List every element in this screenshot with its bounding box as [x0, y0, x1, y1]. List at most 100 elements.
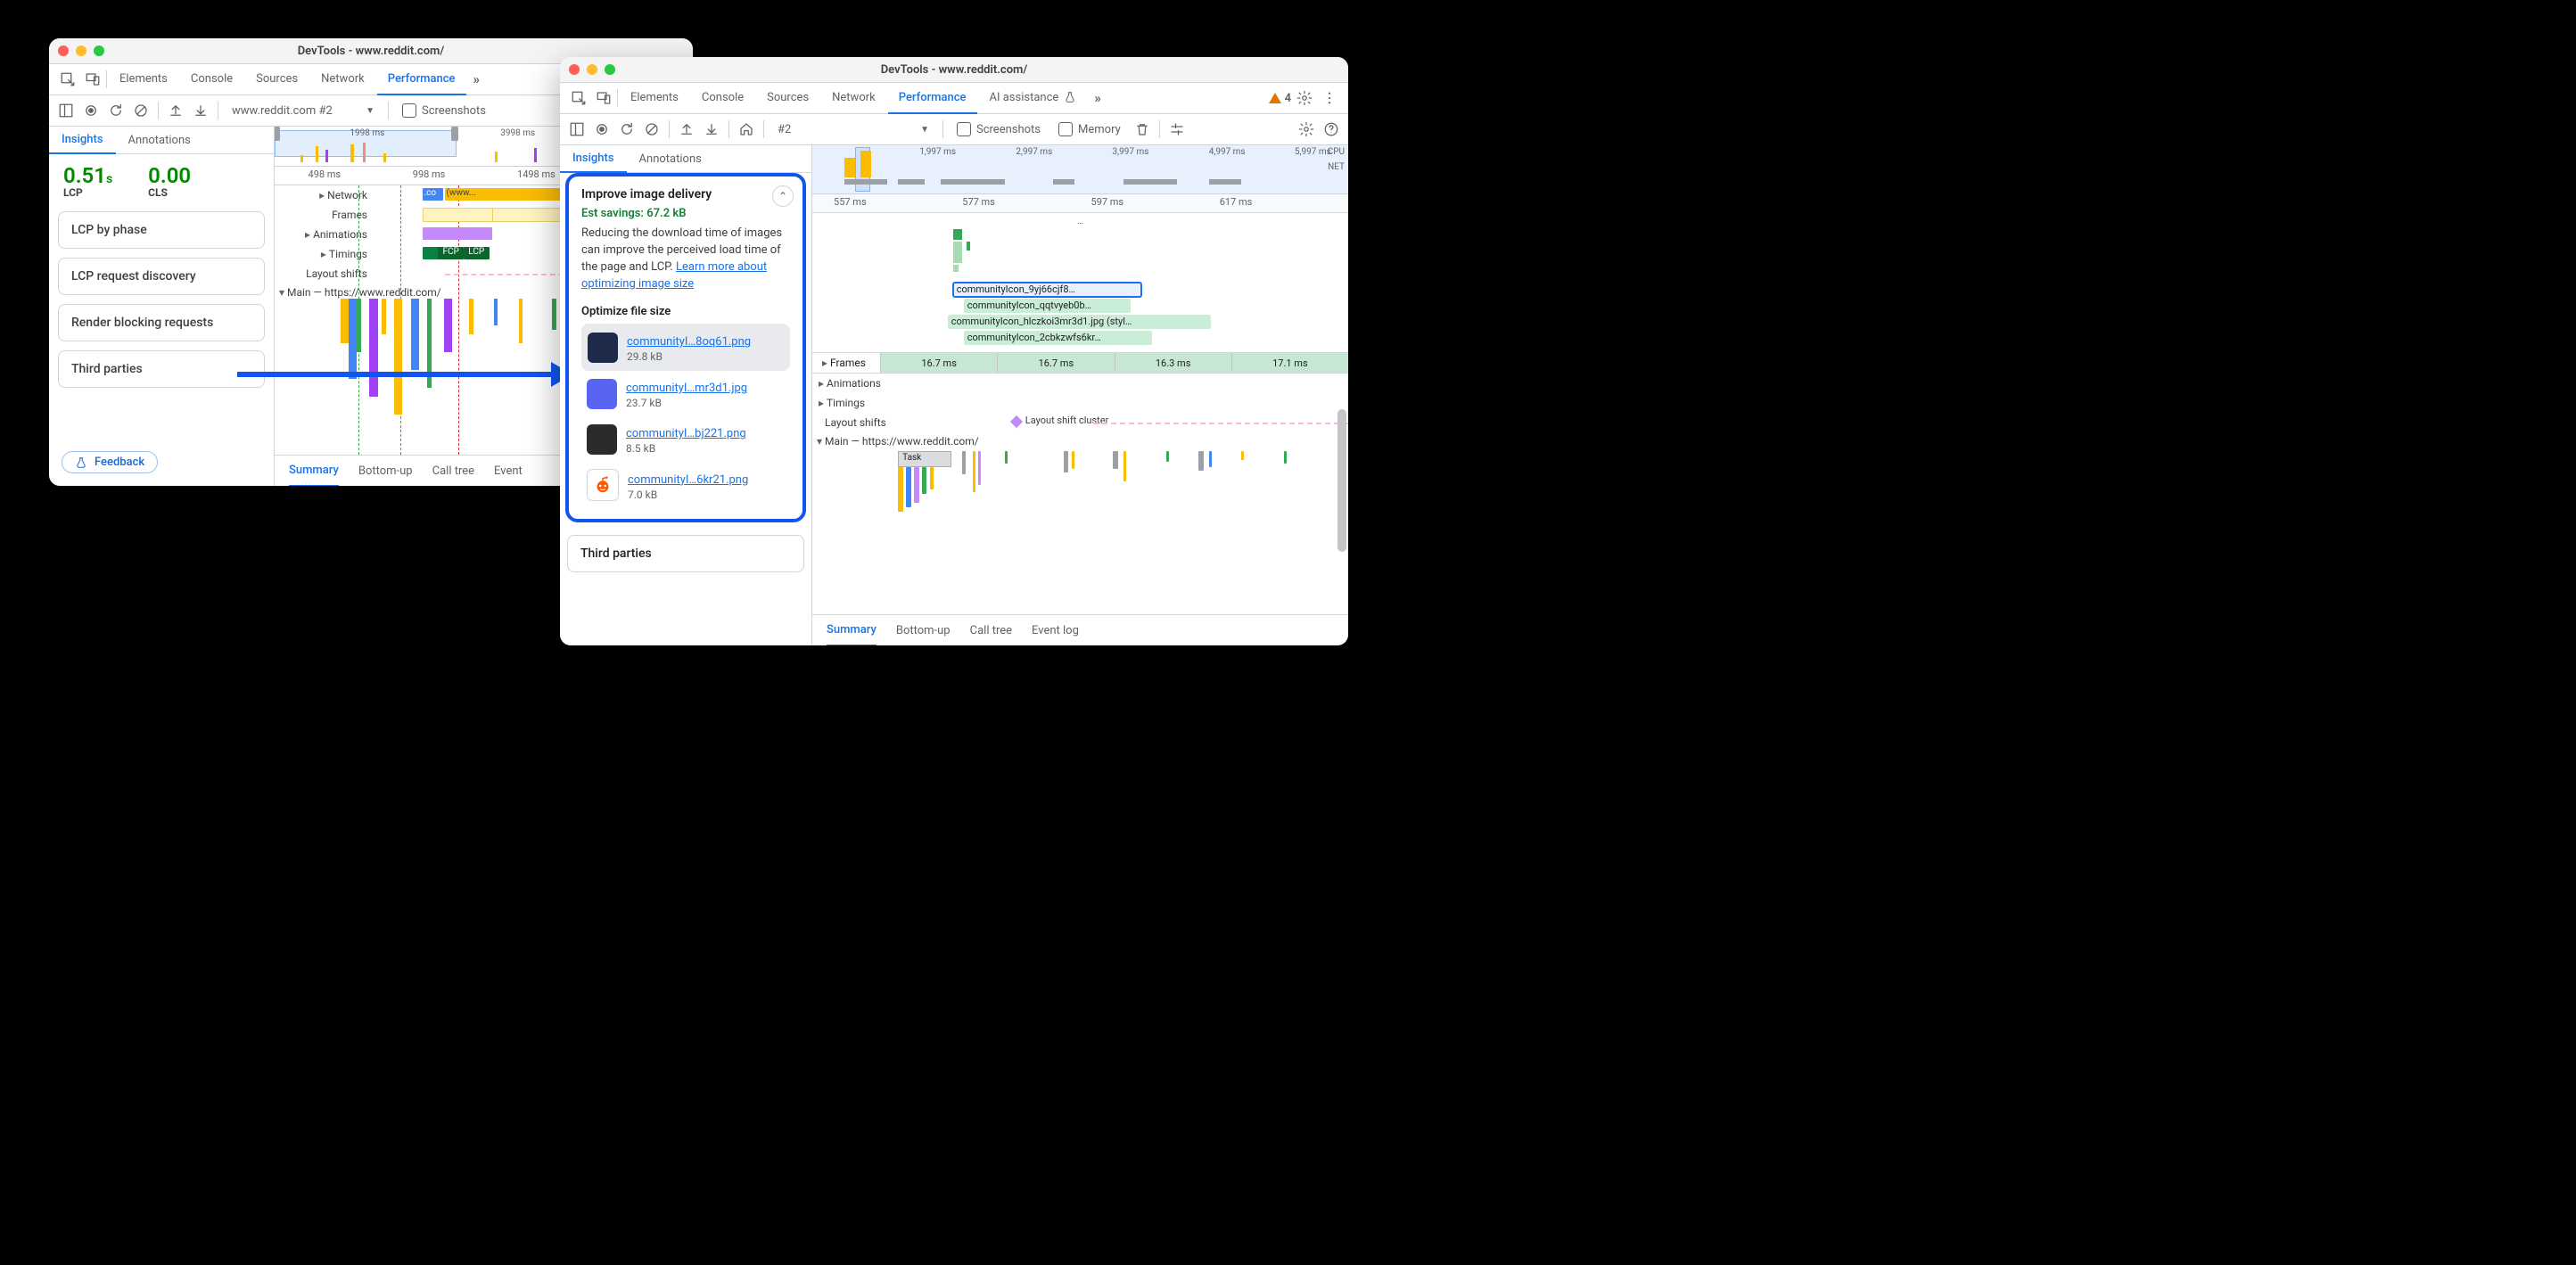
- insight-lcp-by-phase[interactable]: LCP by phase: [58, 211, 265, 249]
- track-animations[interactable]: ▸Animations: [812, 374, 1348, 393]
- tab-elements[interactable]: Elements: [620, 82, 689, 114]
- help-icon[interactable]: [1323, 121, 1339, 137]
- kebab-icon[interactable]: [1318, 86, 1341, 110]
- dock-icon[interactable]: [58, 103, 74, 119]
- task-block[interactable]: Task: [898, 451, 951, 467]
- file-link[interactable]: communityI…bj221.png: [626, 427, 746, 440]
- tab-bottom-up[interactable]: Bottom-up: [896, 615, 951, 645]
- tab-network[interactable]: Network: [310, 63, 375, 95]
- frame-cell[interactable]: 16.3 ms: [1115, 353, 1231, 373]
- trash-icon[interactable]: [1134, 121, 1150, 137]
- file-row[interactable]: communityI…8oq61.png29.8 kB: [581, 324, 790, 371]
- home-icon[interactable]: [738, 121, 754, 137]
- network-block[interactable]: communityIcon_qqtvyeb0b…: [964, 299, 1132, 313]
- tab-elements[interactable]: Elements: [109, 63, 178, 95]
- tab-console[interactable]: Console: [180, 63, 243, 95]
- scrollbar[interactable]: [1337, 409, 1346, 552]
- network-block[interactable]: (www...: [445, 188, 574, 201]
- settings-icon[interactable]: [1293, 86, 1316, 110]
- upload-icon[interactable]: [168, 103, 184, 119]
- profile-select[interactable]: #2▼: [773, 120, 934, 139]
- profile-select[interactable]: www.reddit.com #2▼: [227, 102, 379, 120]
- tab-ai-assistance[interactable]: AI assistance: [979, 82, 1088, 114]
- close-icon[interactable]: [569, 64, 580, 75]
- device-icon[interactable]: [592, 86, 615, 110]
- record-icon[interactable]: [594, 121, 610, 137]
- overview-minimap[interactable]: CPUNET 1,997 ms 2,997: [812, 145, 1348, 194]
- tab-performance[interactable]: Performance: [888, 82, 977, 114]
- collapse-icon[interactable]: ⌃: [772, 185, 794, 207]
- file-size: 23.7 kB: [626, 397, 747, 409]
- network-block[interactable]: communityIcon_9yj66cjf8…: [953, 283, 1142, 297]
- shortcuts-icon[interactable]: [1169, 121, 1185, 137]
- tab-event-log[interactable]: Event log: [1032, 615, 1079, 645]
- track-main[interactable]: ▾Main — https://www.reddit.com/: [812, 432, 1348, 448]
- record-icon[interactable]: [83, 103, 99, 119]
- warnings-badge[interactable]: 4: [1269, 92, 1291, 105]
- screenshots-checkbox[interactable]: Screenshots: [398, 101, 490, 120]
- reload-icon[interactable]: [108, 103, 124, 119]
- close-icon[interactable]: [58, 45, 69, 56]
- frame-cell[interactable]: 17.1 ms: [1231, 353, 1348, 373]
- flamechart[interactable]: CPUNET 1,997 ms 2,997: [812, 145, 1348, 645]
- tab-console[interactable]: Console: [691, 82, 754, 114]
- download-icon[interactable]: [193, 103, 209, 119]
- minimize-icon[interactable]: [76, 45, 86, 56]
- minimize-icon[interactable]: [587, 64, 597, 75]
- network-block[interactable]: communityIcon_2cbkzwfs6kr…: [964, 331, 1153, 345]
- track-layout-shifts[interactable]: Layout shifts Layout shift cluster: [812, 413, 1348, 432]
- inspect-icon[interactable]: [56, 68, 79, 91]
- insight-third-parties[interactable]: Third parties: [58, 350, 265, 388]
- tab-summary[interactable]: Summary: [289, 455, 339, 486]
- track-timings[interactable]: ▸Timings: [812, 393, 1348, 413]
- more-tabs-icon[interactable]: »: [473, 71, 478, 87]
- inspect-icon[interactable]: [567, 86, 590, 110]
- file-row[interactable]: communityI…bj221.png8.5 kB: [581, 416, 790, 462]
- memory-checkbox[interactable]: Memory: [1054, 119, 1125, 139]
- file-row[interactable]: communityI…mr3d1.jpg 23.7 kB: [581, 371, 790, 416]
- network-block[interactable]: .co: [423, 188, 443, 201]
- more-tabs-icon[interactable]: »: [1094, 90, 1099, 106]
- insight-lcp-request-discovery[interactable]: LCP request discovery: [58, 258, 265, 295]
- subtab-annotations[interactable]: Annotations: [116, 127, 203, 153]
- clear-icon[interactable]: [133, 103, 149, 119]
- track-area[interactable]: … communityIcon_9yj66cjf8… communityIcon…: [812, 213, 1348, 614]
- frame-cell[interactable]: 16.7 ms: [997, 353, 1114, 373]
- zoom-icon[interactable]: [94, 45, 104, 56]
- frame-cell[interactable]: 16.7 ms: [880, 353, 997, 373]
- tab-call-tree[interactable]: Call tree: [432, 456, 474, 486]
- tab-sources[interactable]: Sources: [245, 63, 309, 95]
- file-row[interactable]: communityI…6kr21.png7.0 kB: [581, 462, 790, 508]
- window-controls: [58, 45, 104, 56]
- tab-sources[interactable]: Sources: [756, 82, 819, 114]
- tab-bottom-up[interactable]: Bottom-up: [358, 456, 413, 486]
- insight-render-blocking[interactable]: Render blocking requests: [58, 304, 265, 341]
- tab-call-tree[interactable]: Call tree: [970, 615, 1012, 645]
- dock-icon[interactable]: [569, 121, 585, 137]
- tab-event-log[interactable]: Event: [494, 456, 523, 486]
- file-link[interactable]: communityI…8oq61.png: [627, 335, 751, 349]
- insight-third-parties[interactable]: Third parties: [567, 535, 804, 572]
- subtab-annotations[interactable]: Annotations: [627, 145, 714, 172]
- feedback-button[interactable]: Feedback: [62, 451, 158, 473]
- zoom-icon[interactable]: [605, 64, 615, 75]
- screenshots-checkbox[interactable]: Screenshots: [952, 119, 1045, 139]
- tab-performance[interactable]: Performance: [377, 63, 466, 95]
- network-block[interactable]: communityIcon_hlczkoi3mr3d1.jpg (styl…: [948, 315, 1212, 329]
- cls-value: 0.00: [148, 163, 191, 188]
- download-icon[interactable]: [704, 121, 720, 137]
- tab-network[interactable]: Network: [821, 82, 886, 114]
- file-link[interactable]: communityI…mr3d1.jpg: [626, 382, 747, 395]
- subtab-insights[interactable]: Insights: [49, 126, 116, 154]
- main-flame[interactable]: Task: [812, 451, 1348, 549]
- subtab-insights[interactable]: Insights: [560, 144, 627, 173]
- settings-gear-icon[interactable]: [1298, 121, 1314, 137]
- upload-icon[interactable]: [679, 121, 695, 137]
- clear-icon[interactable]: [644, 121, 660, 137]
- reload-icon[interactable]: [619, 121, 635, 137]
- tab-summary[interactable]: Summary: [827, 614, 876, 645]
- mini-mark: 1998 ms: [350, 128, 384, 138]
- frames-track[interactable]: ▸Frames 16.7 ms 16.7 ms 16.3 ms 17.1 ms: [812, 352, 1348, 374]
- device-icon[interactable]: [81, 68, 104, 91]
- file-link[interactable]: communityI…6kr21.png: [628, 473, 748, 487]
